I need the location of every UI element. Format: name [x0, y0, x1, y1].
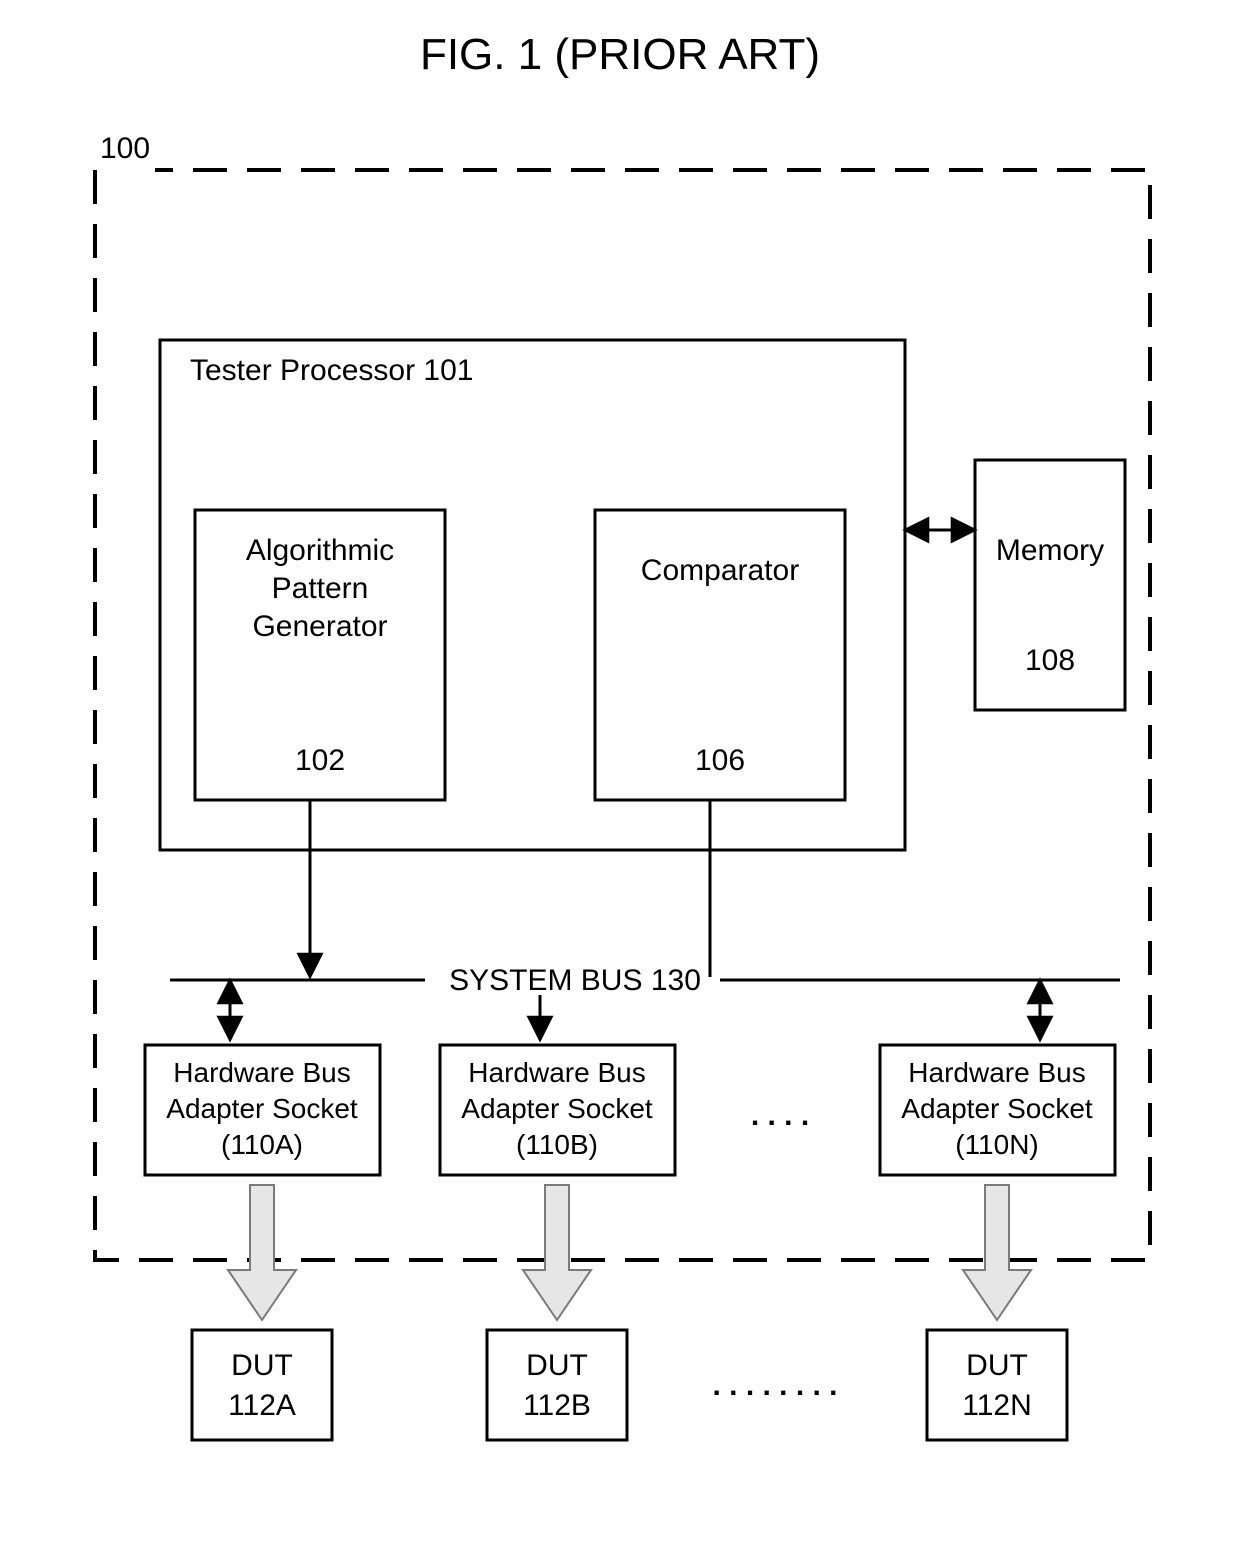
- pattern-generator-l1: Algorithmic: [246, 534, 394, 567]
- hba-n-ref: (110N): [955, 1129, 1039, 1160]
- hba-n-l1: Hardware Bus: [908, 1057, 1085, 1088]
- memory-label: Memory: [996, 534, 1104, 567]
- dut-n-box: [927, 1330, 1067, 1440]
- hba-b-ref: (110B): [516, 1129, 598, 1160]
- hba-a-l1: Hardware Bus: [173, 1057, 350, 1088]
- pattern-generator-l3: Generator: [252, 610, 387, 643]
- dut-a-box: [192, 1330, 332, 1440]
- dut-a-label: DUT: [231, 1349, 293, 1382]
- big-arrow-b: [523, 1185, 591, 1320]
- diagram-canvas: 100 Tester Processor 101 Algorithmic Pat…: [40, 130, 1200, 1530]
- dut-a-ref: 112A: [228, 1389, 296, 1422]
- comparator-label: Comparator: [641, 554, 799, 587]
- diagram-page: FIG. 1 (PRIOR ART) 100 Tester Processor …: [0, 0, 1240, 1546]
- dut-b-box: [487, 1330, 627, 1440]
- memory-ref: 108: [1025, 644, 1075, 677]
- hba-b-l1: Hardware Bus: [468, 1057, 645, 1088]
- pattern-generator-l2: Pattern: [272, 572, 369, 605]
- ellipsis-dut: . . . . . . . .: [712, 1369, 837, 1402]
- hba-b-l2: Adapter Socket: [461, 1093, 653, 1124]
- big-arrow-a: [228, 1185, 296, 1320]
- comparator-ref: 106: [695, 744, 745, 777]
- hba-a-l2: Adapter Socket: [166, 1093, 358, 1124]
- ellipsis-hba: . . . .: [751, 1099, 809, 1132]
- tester-processor-label: Tester Processor 101: [190, 354, 473, 387]
- dut-b-ref: 112B: [523, 1389, 591, 1422]
- dut-n-ref: 112N: [962, 1389, 1032, 1422]
- big-arrow-n: [963, 1185, 1031, 1320]
- hba-a-ref: (110A): [221, 1129, 303, 1160]
- hba-n-l2: Adapter Socket: [901, 1093, 1093, 1124]
- pattern-generator-ref: 102: [295, 744, 345, 777]
- system-ref-label: 100: [100, 132, 150, 165]
- dut-n-label: DUT: [966, 1349, 1028, 1382]
- bus-label: SYSTEM BUS 130: [449, 964, 701, 997]
- dut-b-label: DUT: [526, 1349, 588, 1382]
- figure-title: FIG. 1 (PRIOR ART): [0, 30, 1240, 80]
